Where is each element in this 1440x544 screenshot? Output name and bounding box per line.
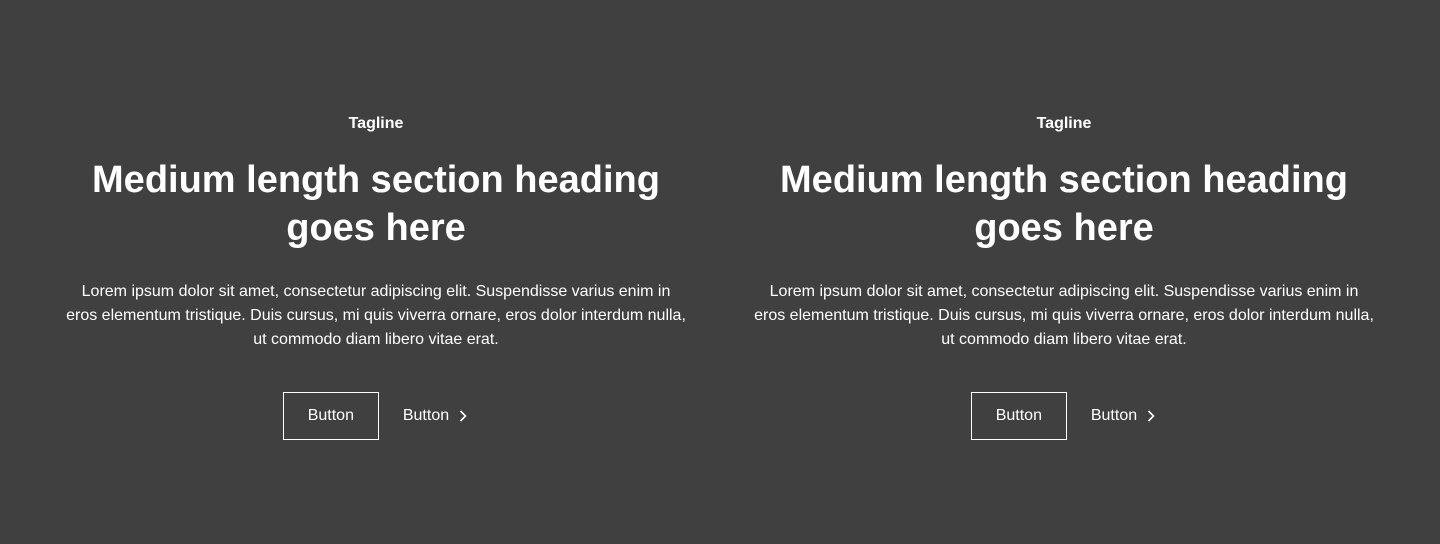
action-buttons: Button Button	[66, 392, 686, 440]
header-section: Tagline Medium length section heading go…	[0, 0, 1440, 544]
section-description: Lorem ipsum dolor sit amet, consectetur …	[754, 283, 1374, 348]
section-heading: Medium length section heading goes here	[92, 159, 660, 249]
tagline: Tagline	[348, 115, 404, 132]
secondary-button-label: Button	[1090, 407, 1138, 424]
secondary-link-button[interactable]: Button	[1091, 392, 1157, 440]
tagline: Tagline	[1036, 115, 1092, 132]
action-buttons: Button Button	[754, 392, 1374, 440]
content-block-right: Tagline Medium length section heading go…	[754, 112, 1374, 440]
primary-button[interactable]: Button	[282, 392, 379, 440]
primary-button[interactable]: Button	[970, 392, 1067, 440]
chevron-right-icon	[457, 409, 469, 423]
secondary-button-label: Button	[402, 407, 450, 424]
content-block-left: Tagline Medium length section heading go…	[66, 112, 686, 440]
section-description: Lorem ipsum dolor sit amet, consectetur …	[66, 283, 686, 348]
secondary-link-button[interactable]: Button	[403, 392, 469, 440]
chevron-right-icon	[1145, 409, 1157, 423]
section-heading: Medium length section heading goes here	[780, 159, 1348, 249]
